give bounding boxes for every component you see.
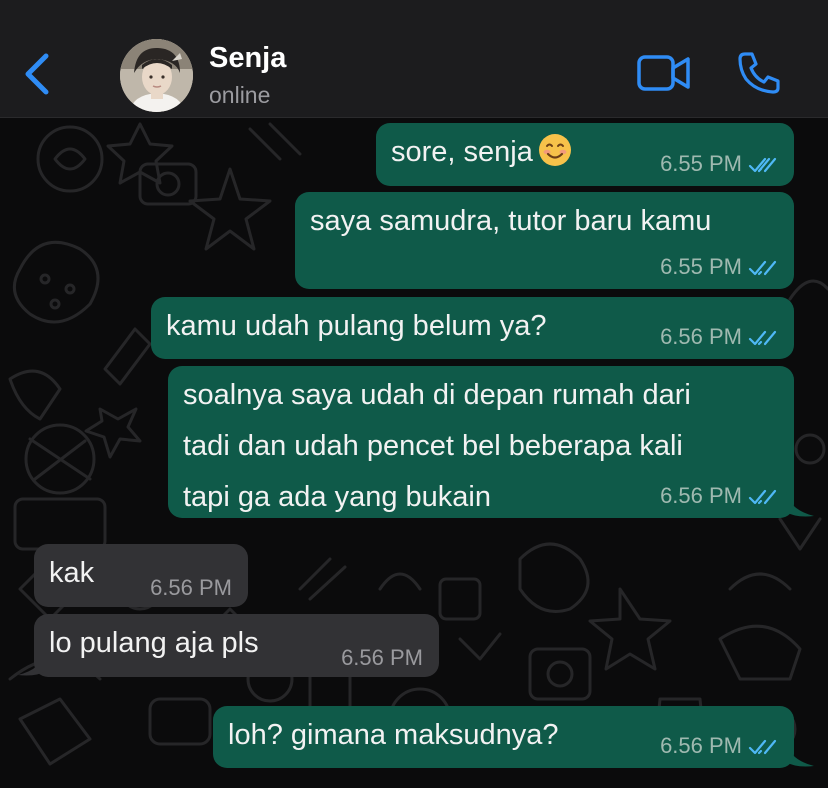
bubble-tail-outgoing xyxy=(786,742,814,767)
message-bubble-outgoing[interactable]: sore, senja 6.55 PM xyxy=(376,123,794,186)
message-time: 6.55 PM xyxy=(660,151,742,176)
message-time: 6.56 PM xyxy=(341,645,423,670)
phone-icon xyxy=(738,52,780,94)
bubble-tail-outgoing xyxy=(786,492,814,517)
message-bubble-outgoing[interactable]: kamu udah pulang belum ya? 6.56 PM xyxy=(151,297,794,359)
chevron-left-icon xyxy=(25,53,49,95)
double-check-icon xyxy=(748,738,778,760)
message-meta: 6.55 PM xyxy=(660,256,778,281)
message-text: saya samudra, tutor baru kamu xyxy=(310,205,712,237)
message-text: loh? gimana maksudnya? xyxy=(228,719,559,751)
message-time: 6.55 PM xyxy=(660,254,742,279)
double-check-icon xyxy=(748,329,778,351)
message-text-line: tadi dan udah pencet bel beberapa kali xyxy=(183,430,683,462)
message-text: sore, senja xyxy=(391,136,533,168)
message-time: 6.56 PM xyxy=(150,575,232,600)
message-meta: 6.55 PM xyxy=(660,153,778,178)
message-time: 6.56 PM xyxy=(660,483,742,508)
message-bubble-outgoing[interactable]: soalnya saya udah di depan rumah dari ta… xyxy=(168,366,794,518)
message-meta: 6.56 PM xyxy=(150,577,232,599)
double-check-icon xyxy=(748,156,778,178)
chat-header: Senja online xyxy=(0,0,828,118)
message-time: 6.56 PM xyxy=(660,324,742,349)
message-bubble-outgoing[interactable]: loh? gimana maksudnya? 6.56 PM xyxy=(213,706,794,768)
message-bubble-incoming[interactable]: lo pulang aja pls 6.56 PM xyxy=(34,614,439,677)
message-text: lo pulang aja pls xyxy=(49,627,259,659)
message-text: kak xyxy=(49,557,95,589)
message-bubble-incoming[interactable]: kak 6.56 PM xyxy=(34,544,248,607)
double-check-icon xyxy=(748,488,778,510)
contact-status: online xyxy=(209,82,271,108)
double-check-icon xyxy=(748,259,778,281)
bubble-tail-incoming xyxy=(18,651,46,676)
video-camera-icon xyxy=(637,55,690,91)
message-bubble-outgoing[interactable]: saya samudra, tutor baru kamu 6.55 PM xyxy=(295,192,794,289)
message-time: 6.56 PM xyxy=(660,733,742,758)
message-list[interactable]: sore, senja 6.55 PM saya samudra, tutor … xyxy=(0,119,828,788)
message-meta: 6.56 PM xyxy=(660,485,778,510)
message-meta: 6.56 PM xyxy=(341,647,423,669)
video-call-button[interactable] xyxy=(636,52,692,94)
back-button[interactable] xyxy=(18,48,58,100)
avatar[interactable] xyxy=(120,39,193,112)
smiling-face-emoji xyxy=(537,132,573,168)
contact-name[interactable]: Senja xyxy=(209,42,286,75)
message-meta: 6.56 PM xyxy=(660,326,778,351)
message-text-line: soalnya saya udah di depan rumah dari xyxy=(183,379,691,411)
voice-call-button[interactable] xyxy=(736,50,782,96)
message-meta: 6.56 PM xyxy=(660,735,778,760)
profile-photo xyxy=(120,39,193,112)
message-text: kamu udah pulang belum ya? xyxy=(166,310,547,342)
